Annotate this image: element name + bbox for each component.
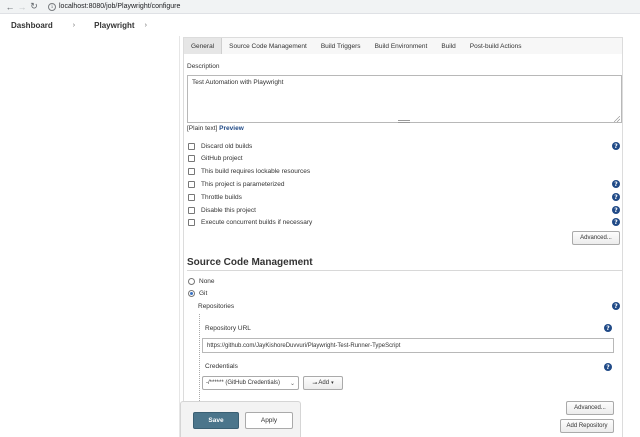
checkbox[interactable] (188, 219, 195, 226)
checkbox[interactable] (188, 181, 195, 188)
tab-general[interactable]: General (184, 38, 223, 54)
option-github-project[interactable]: GitHub project (188, 154, 243, 163)
description-textarea[interactable]: Test Automation with Playwright (187, 75, 622, 123)
save-button[interactable]: Save (193, 412, 239, 429)
preview-link[interactable]: Preview (219, 125, 244, 132)
url-text: localhost:8080/job/Playwright/configure (59, 3, 181, 10)
repositories-label: Repositories (198, 303, 235, 310)
tab-build[interactable]: Build (434, 38, 462, 54)
address-bar[interactable]: i localhost:8080/job/Playwright/configur… (48, 2, 180, 12)
plain-text-label: [Plain text] (187, 125, 218, 132)
add-credentials-button[interactable]: ⊸ Add ▾ (303, 376, 343, 390)
help-icon[interactable]: ? (612, 218, 620, 226)
option-disable-project[interactable]: Disable this project (188, 206, 256, 215)
tab-post-build-actions[interactable]: Post-build Actions (463, 38, 529, 54)
option-label: This build requires lockable resources (201, 168, 311, 175)
config-tabs: General Source Code Management Build Tri… (183, 37, 623, 54)
left-divider (179, 36, 180, 437)
scm-option-none[interactable]: None (188, 277, 215, 286)
apply-button[interactable]: Apply (245, 412, 293, 429)
key-icon: ⊸ (312, 380, 318, 387)
option-label: Discard old builds (201, 143, 253, 150)
general-advanced-button[interactable]: Advanced... (572, 231, 620, 245)
breadcrumb-dropdown-icon[interactable]: › (145, 22, 147, 29)
option-label: Git (199, 290, 208, 297)
option-label: This project is parameterized (201, 181, 285, 188)
section-divider (187, 270, 622, 271)
checkbox[interactable] (188, 168, 195, 175)
add-repository-button[interactable]: Add Repository (560, 419, 614, 433)
radio-button-selected[interactable] (188, 290, 195, 297)
breadcrumb-separator: › (72, 21, 76, 29)
scm-option-git[interactable]: Git (188, 289, 207, 298)
credentials-value: -/****** (GitHub Credentials) (206, 380, 281, 386)
credentials-select[interactable]: -/****** (GitHub Credentials) ⌄ (202, 376, 299, 390)
breadcrumb-dashboard[interactable]: Dashboard (11, 21, 53, 30)
description-label: Description (187, 63, 220, 70)
tab-source-code-management[interactable]: Source Code Management (222, 38, 314, 54)
reload-icon[interactable]: ↻ (28, 1, 40, 13)
credentials-label: Credentials (205, 363, 238, 370)
forward-icon[interactable]: → (16, 1, 28, 13)
option-discard-old-builds[interactable]: Discard old builds (188, 142, 252, 151)
option-label: Execute concurrent builds if necessary (201, 219, 313, 226)
help-icon[interactable]: ? (612, 180, 620, 188)
radio-button[interactable] (188, 278, 195, 285)
option-parameterized[interactable]: This project is parameterized (188, 180, 284, 189)
repository-url-label: Repository URL (205, 325, 251, 332)
tab-build-environment[interactable]: Build Environment (368, 38, 435, 54)
help-icon[interactable]: ? (612, 302, 620, 310)
site-info-icon[interactable]: i (48, 2, 56, 11)
scm-section-title: Source Code Management (187, 257, 313, 268)
back-icon[interactable]: ← (4, 1, 16, 13)
browser-toolbar: ← → ↻ i localhost:8080/job/Playwright/co… (0, 0, 640, 14)
caret-down-icon: ▾ (331, 380, 334, 386)
repository-url-input[interactable]: https://github.com/JayKishoreDuvvuri/Pla… (202, 338, 614, 353)
checkbox[interactable] (188, 207, 195, 214)
option-lockable-resources[interactable]: This build requires lockable resources (188, 167, 310, 176)
option-label: Disable this project (201, 207, 256, 214)
option-concurrent-builds[interactable]: Execute concurrent builds if necessary (188, 218, 312, 227)
option-label: Throttle builds (201, 194, 242, 201)
checkbox[interactable] (188, 194, 195, 201)
resize-grip-icon[interactable] (614, 116, 620, 122)
help-icon[interactable]: ? (604, 324, 612, 332)
tab-build-triggers[interactable]: Build Triggers (314, 38, 368, 54)
description-format: [Plain text] Preview (187, 125, 244, 132)
breadcrumb-playwright[interactable]: Playwright (94, 21, 134, 30)
textarea-resize-handle[interactable] (398, 120, 410, 123)
help-icon[interactable]: ? (612, 142, 620, 150)
option-throttle-builds[interactable]: Throttle builds (188, 193, 242, 202)
repository-advanced-button[interactable]: Advanced... (566, 401, 614, 415)
help-icon[interactable]: ? (604, 363, 612, 371)
chevron-down-icon: ⌄ (289, 380, 295, 387)
checkbox[interactable] (188, 143, 195, 150)
breadcrumb: Dashboard › Playwright › (0, 14, 640, 36)
help-icon[interactable]: ? (612, 206, 620, 214)
add-label: Add (318, 380, 330, 386)
checkbox[interactable] (188, 155, 195, 162)
help-icon[interactable]: ? (612, 193, 620, 201)
option-label: GitHub project (201, 155, 243, 162)
option-label: None (199, 278, 215, 285)
